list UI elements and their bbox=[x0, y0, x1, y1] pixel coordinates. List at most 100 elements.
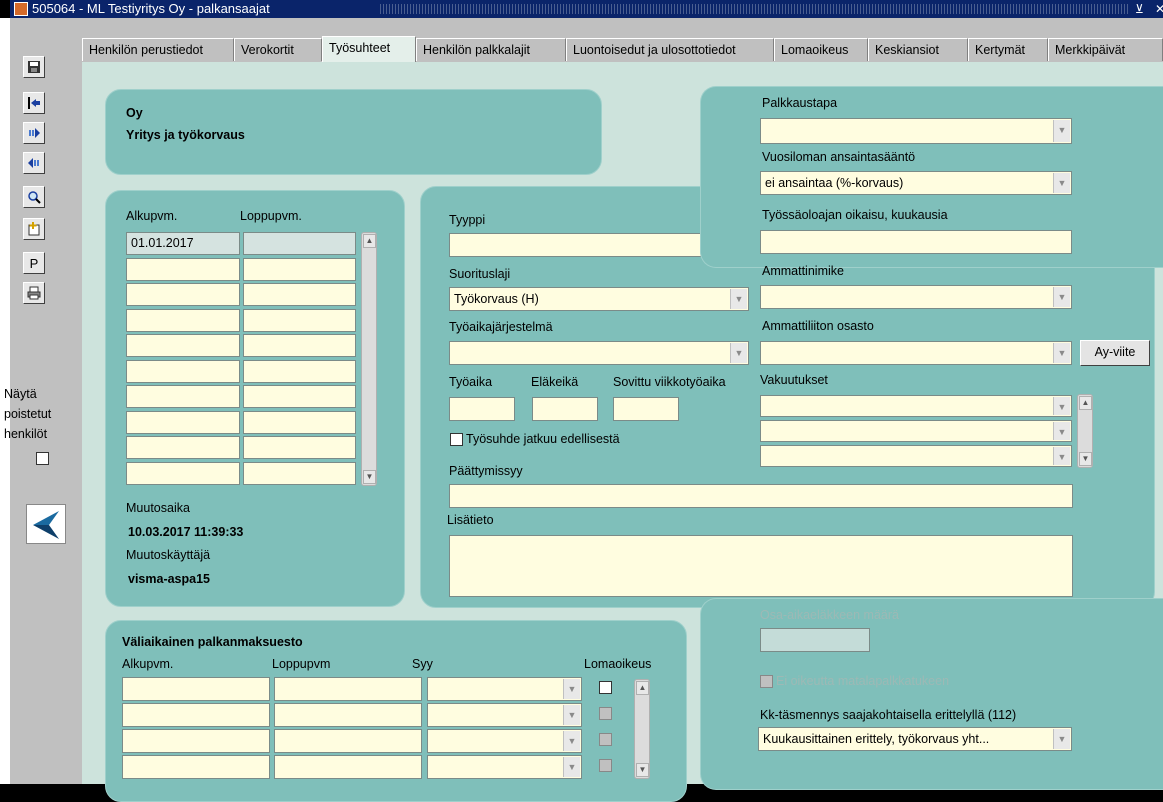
previous-record-icon[interactable] bbox=[23, 152, 45, 174]
scroll-up-icon[interactable]: ▲ bbox=[1079, 396, 1092, 410]
tyoaikajarjestelma-select[interactable]: ▼ bbox=[449, 341, 749, 365]
employment-start-cell[interactable] bbox=[126, 283, 240, 306]
kk-select[interactable]: Kuukausittainen erittely, työkorvaus yht… bbox=[758, 727, 1072, 751]
exit-icon[interactable] bbox=[23, 92, 45, 114]
vuosiloma-select[interactable]: ei ansaintaa (%-korvaus) ▼ bbox=[760, 171, 1072, 195]
palkkaustapa-select[interactable]: ▼ bbox=[760, 118, 1072, 144]
ammattinimike-select[interactable]: ▼ bbox=[760, 285, 1072, 309]
elakeika-field[interactable] bbox=[532, 397, 598, 421]
employment-start-cell[interactable]: 01.01.2017 bbox=[126, 232, 240, 255]
continues-checkbox[interactable] bbox=[450, 433, 463, 446]
vakuutukset-scrollbar[interactable]: ▲ ▼ bbox=[1077, 394, 1093, 468]
continues-label: Työsuhde jatkuu edellisestä bbox=[466, 432, 620, 446]
chevron-down-icon[interactable]: ▼ bbox=[563, 679, 580, 699]
tab-kertymat[interactable]: Kertymät bbox=[968, 38, 1048, 61]
chevron-down-icon[interactable]: ▼ bbox=[730, 343, 747, 363]
chevron-down-icon[interactable]: ▼ bbox=[1053, 120, 1070, 142]
temp-end-cell[interactable] bbox=[274, 677, 422, 701]
save-icon[interactable] bbox=[23, 56, 45, 78]
tab-label: Lomaoikeus bbox=[781, 43, 849, 57]
chevron-down-icon[interactable]: ▼ bbox=[1053, 173, 1070, 193]
temp-payment-scrollbar[interactable]: ▲ ▼ bbox=[634, 679, 650, 779]
ammattiliitto-select[interactable]: ▼ bbox=[760, 341, 1072, 365]
extra-textarea[interactable] bbox=[449, 535, 1073, 597]
next-record-icon[interactable] bbox=[23, 122, 45, 144]
employment-start-cell[interactable] bbox=[126, 308, 240, 332]
scroll-down-icon[interactable]: ▼ bbox=[1079, 452, 1092, 466]
scroll-up-icon[interactable]: ▲ bbox=[636, 681, 649, 695]
employment-start-cell[interactable] bbox=[126, 461, 240, 485]
new-record-icon[interactable] bbox=[23, 218, 45, 240]
tyossaolo-field[interactable] bbox=[760, 230, 1072, 254]
temp-holiday-checkbox[interactable] bbox=[599, 707, 612, 720]
suorituslaji-select[interactable]: Työkorvaus (H) ▼ bbox=[449, 287, 749, 311]
temp-start-cell[interactable] bbox=[122, 703, 270, 727]
temp-reason-select[interactable]: ▼ bbox=[427, 677, 582, 701]
chevron-down-icon[interactable]: ▼ bbox=[1053, 397, 1070, 415]
tab-tyosuhteet[interactable]: Työsuhteet bbox=[322, 36, 416, 62]
employment-end-cell[interactable] bbox=[243, 232, 356, 255]
minimize-icon[interactable]: ⊻ bbox=[1135, 0, 1144, 18]
tyoaika-field[interactable] bbox=[449, 397, 515, 421]
employment-end-cell[interactable] bbox=[243, 359, 356, 383]
employment-start-cell[interactable] bbox=[126, 257, 240, 281]
p-icon[interactable]: P bbox=[23, 252, 45, 274]
employment-end-cell[interactable] bbox=[243, 461, 356, 485]
vakuutus-select-2[interactable]: ▼ bbox=[760, 420, 1072, 442]
employment-start-cell[interactable] bbox=[126, 359, 240, 383]
employment-start-cell[interactable] bbox=[126, 436, 240, 459]
employment-end-cell[interactable] bbox=[243, 334, 356, 357]
tab-palkkalajit[interactable]: Henkilön palkkalajit bbox=[416, 38, 566, 61]
scroll-down-icon[interactable]: ▼ bbox=[636, 763, 649, 777]
temp-end-cell[interactable] bbox=[274, 729, 422, 753]
chevron-down-icon[interactable]: ▼ bbox=[1053, 447, 1070, 465]
scroll-down-icon[interactable]: ▼ bbox=[363, 470, 376, 484]
temp-reason-select[interactable]: ▼ bbox=[427, 729, 582, 753]
vakuutus-select-1[interactable]: ▼ bbox=[760, 395, 1072, 417]
chevron-down-icon[interactable]: ▼ bbox=[1053, 729, 1070, 749]
employment-start-cell[interactable] bbox=[126, 385, 240, 408]
search-icon[interactable] bbox=[23, 186, 45, 208]
temp-reason-select[interactable]: ▼ bbox=[427, 703, 582, 727]
tab-merkkipaivat[interactable]: Merkkipäivät bbox=[1048, 38, 1163, 61]
tab-luontoisedut[interactable]: Luontoisedut ja ulosottotiedot bbox=[566, 38, 774, 61]
end-reason-field[interactable] bbox=[449, 484, 1073, 508]
low-wage-checkbox bbox=[760, 675, 773, 688]
employment-end-cell[interactable] bbox=[243, 308, 356, 332]
employment-start-cell[interactable] bbox=[126, 334, 240, 357]
viikkotyoaika-field[interactable] bbox=[613, 397, 679, 421]
temp-reason-select[interactable]: ▼ bbox=[427, 755, 582, 779]
temp-holiday-checkbox[interactable] bbox=[599, 681, 612, 694]
tab-lomaoikeus[interactable]: Lomaoikeus bbox=[774, 38, 868, 61]
temp-holiday-checkbox[interactable] bbox=[599, 759, 612, 772]
employment-start-cell[interactable] bbox=[126, 410, 240, 434]
temp-start-cell[interactable] bbox=[122, 677, 270, 701]
temp-end-cell[interactable] bbox=[274, 755, 422, 779]
employment-end-cell[interactable] bbox=[243, 257, 356, 281]
vakuutus-select-3[interactable]: ▼ bbox=[760, 445, 1072, 467]
tab-perustiedot[interactable]: Henkilön perustiedot bbox=[82, 38, 234, 61]
chevron-down-icon[interactable]: ▼ bbox=[563, 731, 580, 751]
print-icon[interactable] bbox=[23, 282, 45, 304]
chevron-down-icon[interactable]: ▼ bbox=[1053, 422, 1070, 440]
chevron-down-icon[interactable]: ▼ bbox=[1053, 343, 1070, 363]
scroll-up-icon[interactable]: ▲ bbox=[363, 234, 376, 248]
temp-end-cell[interactable] bbox=[274, 703, 422, 727]
temp-holiday-checkbox[interactable] bbox=[599, 733, 612, 746]
chevron-down-icon[interactable]: ▼ bbox=[563, 757, 580, 777]
temp-start-cell[interactable] bbox=[122, 729, 270, 753]
tab-keskiansiot[interactable]: Keskiansiot bbox=[868, 38, 968, 61]
employment-end-cell[interactable] bbox=[243, 410, 356, 434]
chevron-down-icon[interactable]: ▼ bbox=[563, 705, 580, 725]
employment-end-cell[interactable] bbox=[243, 436, 356, 459]
employment-end-cell[interactable] bbox=[243, 385, 356, 408]
ay-viite-button[interactable]: Ay-viite bbox=[1080, 340, 1150, 366]
employment-end-cell[interactable] bbox=[243, 283, 356, 306]
tab-verokortit[interactable]: Verokortit bbox=[234, 38, 322, 61]
show-deleted-checkbox[interactable] bbox=[36, 452, 49, 465]
chevron-down-icon[interactable]: ▼ bbox=[730, 289, 747, 309]
close-icon[interactable]: ✕ bbox=[1155, 0, 1163, 18]
chevron-down-icon[interactable]: ▼ bbox=[1053, 287, 1070, 307]
temp-start-cell[interactable] bbox=[122, 755, 270, 779]
employment-scrollbar[interactable]: ▲ ▼ bbox=[361, 232, 377, 486]
